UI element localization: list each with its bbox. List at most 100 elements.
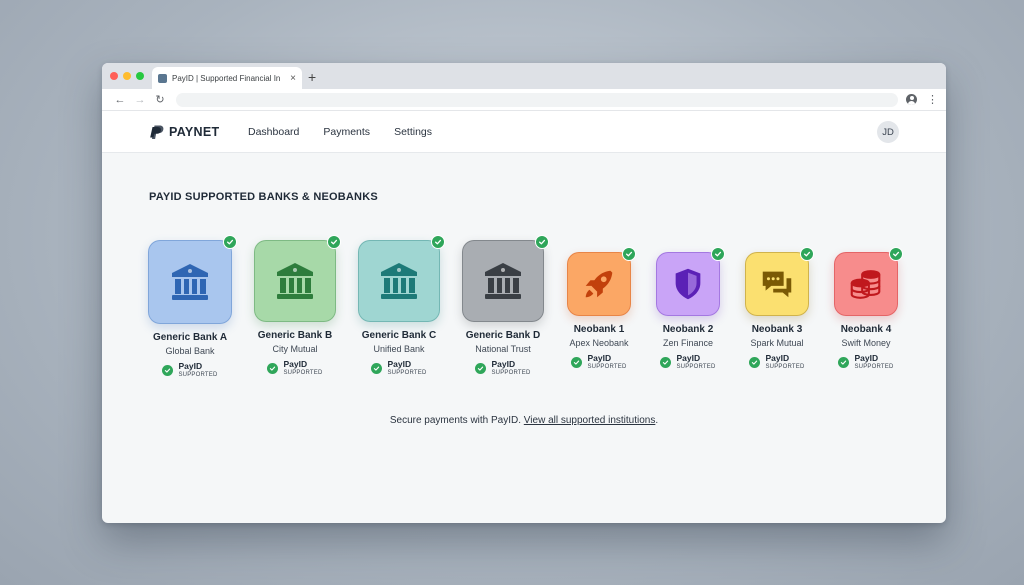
payid-status-badge: PayID SUPPORTED <box>838 353 893 371</box>
status-sublabel: SUPPORTED <box>491 370 531 376</box>
status-sublabel: SUPPORTED <box>676 364 716 370</box>
institution-logo-tile <box>834 247 903 316</box>
institution-card[interactable]: Generic Bank C Unified Bank PayID SUPPORTED <box>344 235 454 377</box>
verified-check-icon <box>431 235 445 249</box>
nav-settings[interactable]: Settings <box>394 126 432 138</box>
bank-icon <box>166 258 214 306</box>
footer-note: Secure payments with PayID. View all sup… <box>102 415 946 426</box>
status-label: PayID <box>676 353 701 363</box>
payid-status-badge: PayID SUPPORTED <box>660 353 715 371</box>
profile-icon[interactable] <box>906 94 917 105</box>
status-check-icon <box>660 356 672 368</box>
status-check-icon <box>571 356 583 368</box>
bank-icon <box>375 257 423 305</box>
institution-logo-tile <box>358 235 445 322</box>
coins-icon <box>847 265 885 303</box>
paynet-logo-icon <box>150 125 164 139</box>
institution-subtitle: Unified Bank <box>373 344 425 354</box>
new-tab-button[interactable]: + <box>308 69 316 85</box>
payid-status-badge: PayID SUPPORTED <box>267 359 322 377</box>
status-sublabel: SUPPORTED <box>178 372 218 378</box>
status-sublabel: SUPPORTED <box>854 364 894 370</box>
institution-name: Generic Bank A <box>152 332 228 343</box>
page-title: PAYID SUPPORTED BANKS & NEOBANKS <box>149 191 378 203</box>
bank-icon <box>479 257 527 305</box>
status-sublabel: SUPPORTED <box>283 370 323 376</box>
status-text: PayID SUPPORTED <box>765 353 804 371</box>
institution-logo-tile <box>656 247 725 316</box>
institution-logo-tile <box>148 235 237 324</box>
status-sublabel: SUPPORTED <box>765 364 805 370</box>
institution-card[interactable]: Generic Bank B City Mutual PayID SUPPORTED <box>240 235 350 377</box>
institution-name: Generic Bank B <box>257 330 333 341</box>
institution-name: Neobank 4 <box>840 324 892 335</box>
institution-card[interactable]: Neobank 4 Swift Money PayID SUPPORTED <box>811 247 921 371</box>
back-button[interactable]: ← <box>110 94 130 106</box>
footer-period: . <box>655 415 659 426</box>
verified-check-icon <box>223 235 237 249</box>
status-label: PayID <box>178 361 203 371</box>
browser-tab[interactable]: PayID | Supported Financial In × <box>152 67 302 89</box>
status-check-icon <box>838 356 850 368</box>
browser-window: PayID | Supported Financial In × + ← → ↻… <box>102 63 946 523</box>
payid-status-badge: PayID SUPPORTED <box>371 359 426 377</box>
status-label: PayID <box>491 359 516 369</box>
browser-menu-button[interactable]: ⋮ <box>927 93 938 106</box>
shield-icon <box>669 265 707 303</box>
status-label: PayID <box>283 359 308 369</box>
verified-check-icon <box>889 247 903 261</box>
nav-payments[interactable]: Payments <box>323 126 370 138</box>
status-label: PayID <box>587 353 612 363</box>
view-all-institutions-link[interactable]: View all supported institutions <box>524 415 656 426</box>
bank-icon <box>271 257 319 305</box>
reload-button[interactable]: ↻ <box>150 93 170 106</box>
user-avatar[interactable]: JD <box>877 121 899 143</box>
footer-text: Secure payments with PayID. <box>389 415 522 426</box>
institution-name: Generic Bank D <box>465 330 541 341</box>
address-bar[interactable] <box>176 92 898 107</box>
payid-status-badge: PayID SUPPORTED <box>475 359 530 377</box>
status-label: PayID <box>854 353 879 363</box>
status-check-icon <box>267 362 279 374</box>
status-label: PayID <box>387 359 412 369</box>
status-text: PayID SUPPORTED <box>587 353 626 371</box>
tab-strip: PayID | Supported Financial In × + <box>102 63 946 89</box>
main-nav: Dashboard Payments Settings <box>248 126 432 138</box>
tab-close-icon[interactable]: × <box>290 73 296 84</box>
app-header: PAYNET Dashboard Payments Settings JD <box>102 111 946 153</box>
brand-name: PAYNET <box>169 125 220 139</box>
institution-subtitle: Swift Money <box>841 338 891 348</box>
verified-check-icon <box>535 235 549 249</box>
status-text: PayID SUPPORTED <box>283 359 322 377</box>
status-text: PayID SUPPORTED <box>178 361 217 379</box>
maximize-window-button[interactable] <box>136 72 144 80</box>
status-text: PayID SUPPORTED <box>676 353 715 371</box>
status-sublabel: SUPPORTED <box>387 370 427 376</box>
minimize-window-button[interactable] <box>123 72 131 80</box>
brand[interactable]: PAYNET <box>149 124 219 140</box>
window-controls <box>110 72 144 80</box>
institution-subtitle: City Mutual <box>272 344 318 354</box>
status-text: PayID SUPPORTED <box>854 353 893 371</box>
forward-button[interactable]: → <box>130 94 150 106</box>
status-label: PayID <box>765 353 790 363</box>
status-check-icon <box>371 362 383 374</box>
institution-logo-tile <box>462 235 549 322</box>
institution-subtitle: Global Bank <box>165 346 215 356</box>
payid-status-badge: PayID SUPPORTED <box>749 353 804 371</box>
institution-logo-tile <box>745 247 814 316</box>
payid-status-badge: PayID SUPPORTED <box>162 361 217 379</box>
institution-logo-tile <box>254 235 341 322</box>
verified-check-icon <box>327 235 341 249</box>
institution-card[interactable]: Generic Bank D National Trust PayID SUPPORT… <box>448 235 558 377</box>
institution-subtitle: National Trust <box>475 344 531 354</box>
institution-name: Generic Bank C <box>361 330 437 341</box>
status-check-icon <box>162 364 174 376</box>
status-check-icon <box>475 362 487 374</box>
close-window-button[interactable] <box>110 72 118 80</box>
nav-dashboard[interactable]: Dashboard <box>248 126 299 138</box>
payid-status-badge: PayID SUPPORTED <box>571 353 626 371</box>
tab-title: PayID | Supported Financial In <box>172 73 281 83</box>
institution-card[interactable]: Generic Bank A Global Bank PayID SUPPORTED <box>135 235 245 379</box>
status-sublabel: SUPPORTED <box>587 364 627 370</box>
